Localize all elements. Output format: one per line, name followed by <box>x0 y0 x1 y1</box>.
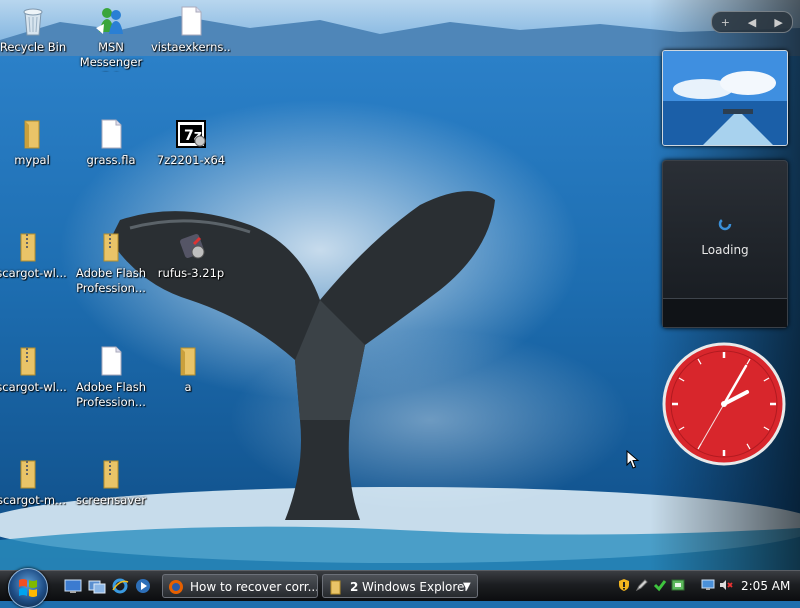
windows-logo-icon <box>19 579 37 597</box>
start-button[interactable] <box>8 568 48 608</box>
desktop-icon-escargot-wl-1[interactable]: escargot-wl... <box>0 230 68 281</box>
previous-page-button[interactable]: ◀ <box>740 16 764 29</box>
desktop-icon-msn-messenger[interactable]: MSN Messenger 7.0 <box>71 4 151 72</box>
7zip-icon: 7z <box>176 120 206 148</box>
checkmark-icon[interactable] <box>653 578 667 592</box>
desktop-icon-a[interactable]: a <box>148 344 228 395</box>
task-label: Windows Explorer <box>362 580 470 594</box>
desktop-icon-label: vistaexkerns... <box>151 40 231 54</box>
desktop-icon-mypal[interactable]: mypal <box>0 117 72 168</box>
desktop-icon-adobe-flash-doc[interactable]: Adobe Flash Profession... <box>71 344 151 410</box>
next-page-button[interactable]: ▶ <box>767 16 791 29</box>
shield-warning-icon[interactable] <box>617 578 631 592</box>
display-icon[interactable] <box>701 578 715 592</box>
desktop-icon-label: Adobe Flash Profession... <box>75 266 147 295</box>
firefox-icon <box>169 580 183 594</box>
msn-messenger-icon <box>96 8 123 34</box>
loading-spinner-icon <box>718 217 732 231</box>
loading-status: Loading <box>701 243 749 257</box>
desktop-icon-label: escargot-m... <box>0 493 67 507</box>
mouse-cursor-icon <box>626 450 640 469</box>
desktop-icon-label: mypal <box>14 153 50 167</box>
taskbar-button-firefox[interactable]: How to recover corr... <box>162 574 318 598</box>
pen-icon[interactable] <box>635 578 649 592</box>
desktop-icon-escargot-wl-2[interactable]: escargot-wl... <box>0 344 68 395</box>
volume-muted-icon[interactable] <box>719 578 733 592</box>
slideshow-picture <box>663 51 787 145</box>
taskbar-clock[interactable]: 2:05 AM <box>741 571 790 601</box>
windows-media-icon[interactable] <box>134 577 152 595</box>
document-icon <box>101 119 122 149</box>
switch-windows-icon[interactable] <box>88 577 106 595</box>
rufus-icon <box>180 234 205 259</box>
folder-icon <box>180 347 196 376</box>
task-group-count: 2 <box>350 580 359 594</box>
desktop-icon-grass-fla[interactable]: grass.fla <box>71 117 151 168</box>
desktop-icon-label: grass.fla <box>86 153 136 167</box>
add-gadget-button[interactable]: + <box>713 16 737 29</box>
desktop-icon-label: escargot-wl... <box>0 380 67 394</box>
zip-folder-icon <box>103 233 119 262</box>
zip-folder-icon <box>20 347 36 376</box>
document-icon <box>101 346 122 376</box>
task-label: How to recover corr... <box>190 580 318 594</box>
recycle-bin-icon <box>23 8 43 36</box>
slideshow-gadget[interactable] <box>662 50 788 146</box>
zip-folder-icon <box>20 233 36 262</box>
show-desktop-icon[interactable] <box>64 577 82 595</box>
desktop-icon-label: 7z2201-x64 <box>156 153 226 167</box>
desktop-icon-recycle-bin[interactable]: Recycle Bin <box>0 4 73 55</box>
clock-gadget[interactable] <box>662 342 786 466</box>
desktop-icon-label: escargot-wl... <box>0 266 67 280</box>
desktop-icon-vistaexkerns[interactable]: vistaexkerns... <box>151 4 231 55</box>
desktop-icon-rufus[interactable]: rufus-3.21p <box>151 230 231 281</box>
desktop-icon-label: rufus-3.21p <box>157 266 225 280</box>
desktop-icon-label: Recycle Bin <box>0 40 67 54</box>
desktop-icon-label: MSN Messenger 7.0 <box>79 40 143 72</box>
document-icon <box>181 6 202 36</box>
network-icon[interactable] <box>671 578 685 592</box>
internet-explorer-icon[interactable] <box>111 577 129 595</box>
desktop-icon-adobe-flash-zip[interactable]: Adobe Flash Profession... <box>71 230 151 296</box>
sidebar-controls: + ◀ ▶ <box>711 11 793 33</box>
chevron-down-icon: ▼ <box>463 581 471 592</box>
desktop-icon-label: screensaver <box>76 493 146 507</box>
gadget-footer <box>663 298 787 327</box>
desktop-icon-escargot-m[interactable]: escargot-m... <box>0 457 68 508</box>
zip-folder-icon <box>103 460 119 489</box>
desktop-icon-screensaver[interactable]: screensaver <box>71 457 151 508</box>
desktop-icon-label: a <box>184 380 192 394</box>
desktop-icon-label: Adobe Flash Profession... <box>75 380 147 409</box>
taskbar-button-windows-explorer[interactable]: 2 Windows Explorer ▼ <box>322 574 478 598</box>
zip-folder-icon <box>20 460 36 489</box>
taskbar: How to recover corr... 2 Windows Explore… <box>0 568 800 608</box>
folder-icon <box>330 580 341 595</box>
desktop-icon-7z2201[interactable]: 7z 7z2201-x64 <box>151 117 231 168</box>
analog-clock <box>662 342 786 466</box>
feed-headlines-gadget[interactable]: Loading <box>662 160 788 328</box>
folder-icon <box>24 120 40 149</box>
